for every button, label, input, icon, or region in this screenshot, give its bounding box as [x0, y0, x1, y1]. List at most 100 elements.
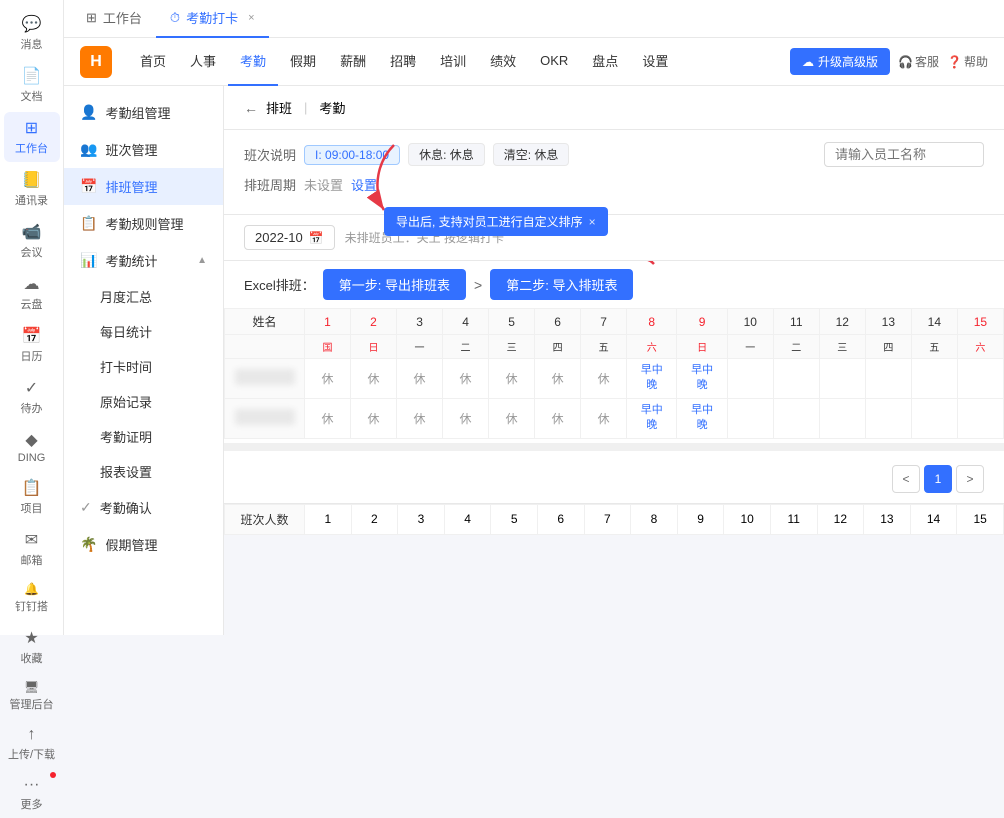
col-name-header: 姓名 [225, 309, 305, 335]
sidebar-item-meeting-label: 会议 [21, 244, 43, 260]
col-5-sub: 三 [489, 335, 535, 359]
customer-service-btn[interactable]: 🎧 客服 [898, 53, 939, 70]
schedule-config: 班次说明 I: 09:00-18:00 休息: 休息 清空: 休息 排班周期 未… [224, 130, 1004, 215]
step2-button[interactable]: 第二步: 导入排班表 [490, 269, 633, 300]
row1-col1[interactable]: 休 [305, 359, 351, 399]
sidebar-item-calendar[interactable]: 📅 日历 [4, 320, 60, 370]
horizontal-scrollbar[interactable] [224, 443, 1004, 451]
ding-icon: ◆ [25, 430, 37, 450]
sidebar-item-messages[interactable]: 💬 消息 [4, 8, 60, 58]
sub-menu-original[interactable]: 原始记录 [64, 384, 223, 419]
nav-inventory[interactable]: 盘点 [580, 38, 630, 86]
menu-leave-mgmt[interactable]: 🌴 假期管理 [64, 526, 223, 563]
nav-salary[interactable]: 薪酬 [328, 38, 378, 86]
help-btn[interactable]: ❓ 帮助 [947, 53, 988, 70]
sidebar-item-admin[interactable]: 🖥 管理后台 [4, 674, 60, 718]
schedule-period-set-link[interactable]: 设置 [351, 175, 377, 194]
row1-col11[interactable] [773, 359, 819, 399]
row2-col6[interactable]: 休 [535, 398, 581, 438]
row1-col12[interactable] [819, 359, 865, 399]
back-button[interactable]: ← [244, 100, 258, 116]
tooltip-close-button[interactable]: × [589, 215, 596, 229]
row1-col2[interactable]: 休 [351, 359, 397, 399]
row2-col14[interactable] [911, 398, 957, 438]
sidebar-item-mail[interactable]: ✉ 邮箱 [4, 524, 60, 574]
tab-workbench[interactable]: ⊞ 工作台 [72, 0, 156, 38]
sidebar-item-contacts[interactable]: 📒 通讯录 [4, 164, 60, 214]
row2-col11[interactable] [773, 398, 819, 438]
next-page-button[interactable]: > [956, 465, 984, 493]
row2-col10[interactable] [727, 398, 773, 438]
menu-confirm[interactable]: ✓ 考勤确认 [64, 489, 223, 526]
shift-tag-1[interactable]: I: 09:00-18:00 [304, 145, 400, 165]
row2-col13[interactable] [865, 398, 911, 438]
row1-col6[interactable]: 休 [535, 359, 581, 399]
menu-attendance-group[interactable]: 👤 考勤组管理 [64, 94, 223, 131]
sidebar-item-cloud[interactable]: ☁ 云盘 [4, 268, 60, 318]
sidebar-item-upload[interactable]: ↑ 上传/下载 [4, 720, 60, 768]
row2-col1[interactable]: 休 [305, 398, 351, 438]
nav-hr[interactable]: 人事 [178, 38, 228, 86]
shift-tag-3[interactable]: 清空: 休息 [493, 143, 570, 166]
row2-col15[interactable] [957, 398, 1003, 438]
row1-col9[interactable]: 早中晚 [677, 359, 727, 399]
sidebar-item-mail-label: 邮箱 [21, 552, 43, 568]
tab-attendance[interactable]: ⏱ 考勤打卡 × [156, 0, 269, 38]
search-input[interactable] [824, 142, 984, 167]
menu-schedule[interactable]: 📅 排班管理 [64, 168, 223, 205]
row2-col12[interactable] [819, 398, 865, 438]
sub-menu-certificate[interactable]: 考勤证明 [64, 419, 223, 454]
menu-shift[interactable]: 👥 班次管理 [64, 131, 223, 168]
tab-close-icon[interactable]: × [248, 12, 254, 24]
sidebar-item-todo[interactable]: ✓ 待办 [4, 372, 60, 422]
nav-leave[interactable]: 假期 [278, 38, 328, 86]
step1-button[interactable]: 第一步: 导出排班表 [323, 269, 466, 300]
row1-col10[interactable] [727, 359, 773, 399]
sidebar-item-project[interactable]: 📋 项目 [4, 472, 60, 522]
sub-menu-monthly[interactable]: 月度汇总 [64, 279, 223, 314]
sub-menu-daily[interactable]: 每日统计 [64, 314, 223, 349]
row1-col8[interactable]: 早中晚 [627, 359, 677, 399]
nav-home[interactable]: 首页 [128, 38, 178, 86]
sidebar-item-ding[interactable]: ◆ DING [4, 424, 60, 470]
sidebar-item-more[interactable]: ··· 更多 [4, 770, 60, 818]
sub-menu-checkin-time[interactable]: 打卡时间 [64, 349, 223, 384]
row2-col7[interactable]: 休 [581, 398, 627, 438]
nav-recruit[interactable]: 招聘 [378, 38, 428, 86]
row1-col13[interactable] [865, 359, 911, 399]
col-12-header: 12 [819, 309, 865, 335]
row2-col2[interactable]: 休 [351, 398, 397, 438]
menu-rules[interactable]: 📋 考勤规则管理 [64, 205, 223, 242]
current-page[interactable]: 1 [924, 465, 952, 493]
sub-menu-report-settings[interactable]: 报表设置 [64, 454, 223, 489]
upgrade-button[interactable]: ☁ 升级高级版 [790, 48, 890, 75]
nav-okr[interactable]: OKR [528, 38, 580, 86]
row2-col3[interactable]: 休 [397, 398, 443, 438]
row2-col8[interactable]: 早中晚 [627, 398, 677, 438]
prev-page-button[interactable]: < [892, 465, 920, 493]
sidebar-item-meeting[interactable]: 📹 会议 [4, 216, 60, 266]
row1-col7[interactable]: 休 [581, 359, 627, 399]
row2-name [225, 398, 305, 438]
shift-tag-2[interactable]: 休息: 休息 [408, 143, 485, 166]
sidebar-item-workbench[interactable]: ⊞ 工作台 [4, 112, 60, 162]
row1-col5[interactable]: 休 [489, 359, 535, 399]
sidebar-item-dingding[interactable]: 🔔 钉钉搭 [4, 576, 60, 620]
row1-col15[interactable] [957, 359, 1003, 399]
row2-col4[interactable]: 休 [443, 398, 489, 438]
nav-performance[interactable]: 绩效 [478, 38, 528, 86]
col-2-header: 2 [351, 309, 397, 335]
date-picker[interactable]: 2022-10 📅 [244, 225, 335, 250]
row2-col9[interactable]: 早中晚 [677, 398, 727, 438]
row1-col14[interactable] [911, 359, 957, 399]
nav-training[interactable]: 培训 [428, 38, 478, 86]
sidebar-item-favorites[interactable]: ★ 收藏 [4, 622, 60, 672]
col-6-sub: 四 [535, 335, 581, 359]
row1-col3[interactable]: 休 [397, 359, 443, 399]
row1-col4[interactable]: 休 [443, 359, 489, 399]
row2-col5[interactable]: 休 [489, 398, 535, 438]
sidebar-item-docs[interactable]: 📄 文档 [4, 60, 60, 110]
nav-attendance[interactable]: 考勤 [228, 38, 278, 86]
menu-stats[interactable]: 📊 考勤统计 ▲ [64, 242, 223, 279]
nav-settings[interactable]: 设置 [630, 38, 680, 86]
